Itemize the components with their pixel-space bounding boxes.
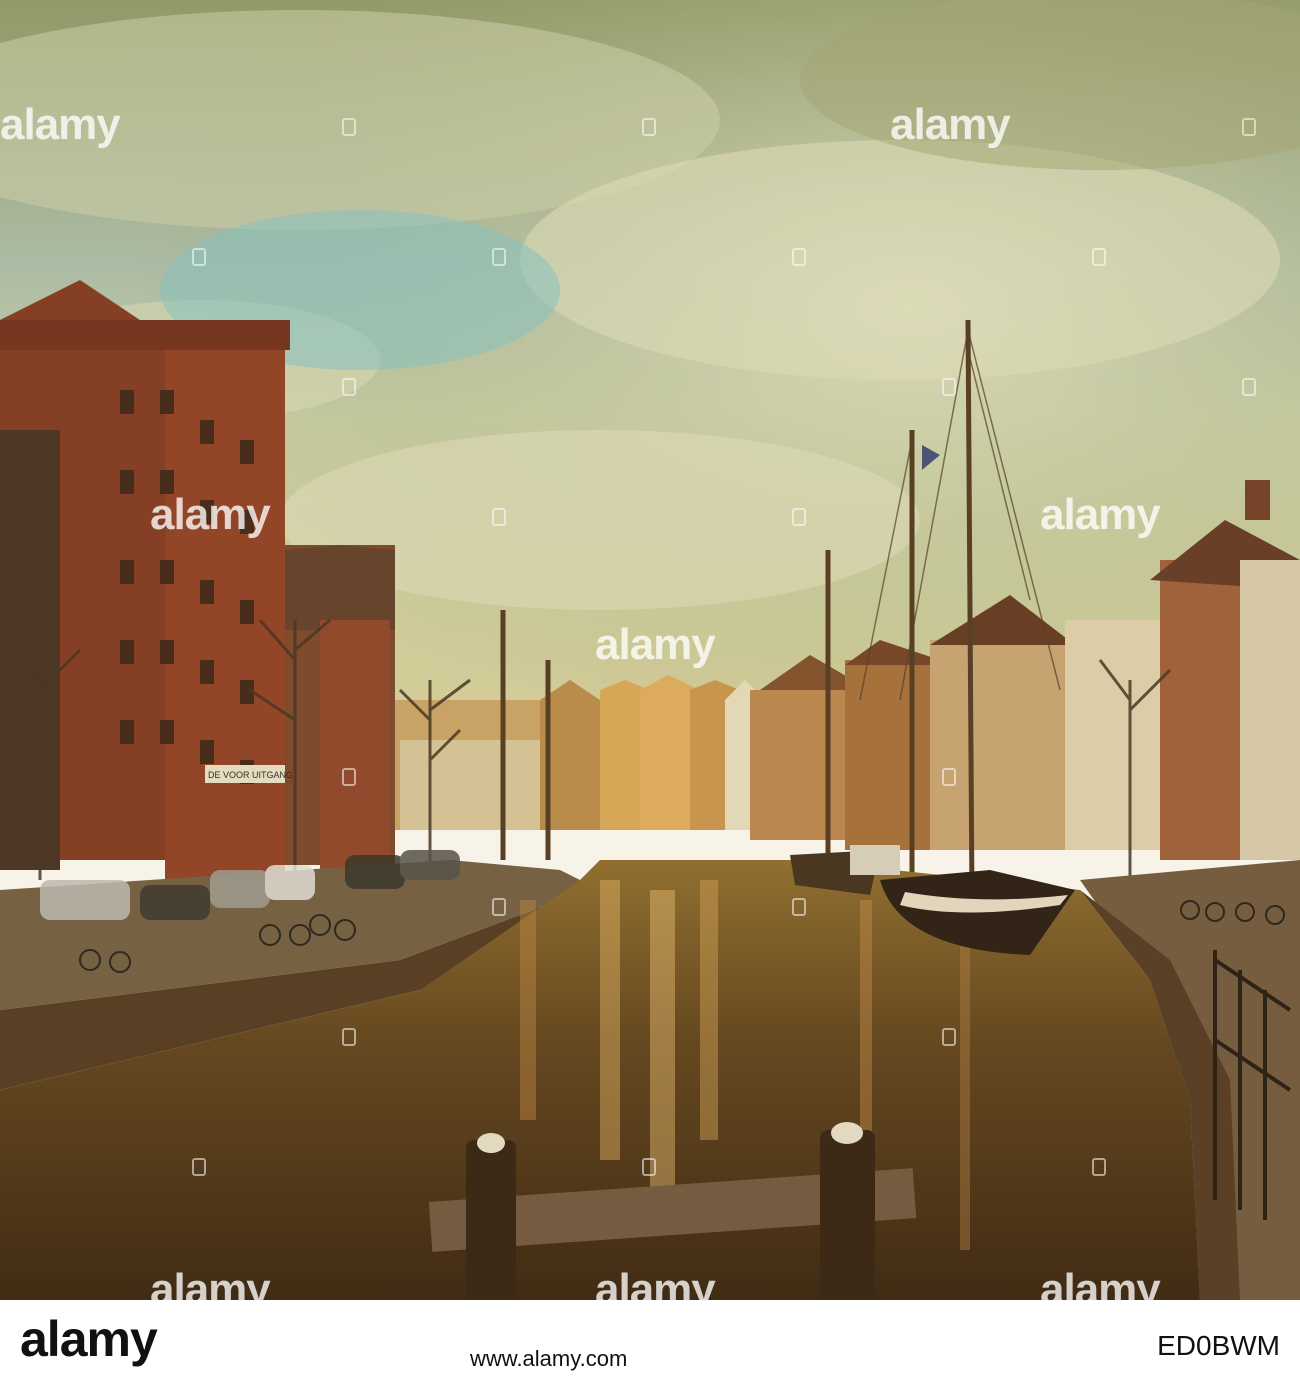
watermark-text: alamy [150, 1265, 271, 1300]
watermark-text: alamy [1040, 490, 1161, 539]
watermark-mark [492, 248, 506, 266]
watermark-mark [792, 898, 806, 916]
footer-url: www.alamy.com [470, 1346, 628, 1371]
watermark-mark [642, 118, 656, 136]
watermark-mark [342, 118, 356, 136]
watermark-mark [942, 378, 956, 396]
watermark-mark [1242, 118, 1256, 136]
watermark-mark [342, 768, 356, 786]
watermark-text: alamy [595, 1265, 716, 1300]
watermark-text: alamy [150, 490, 271, 539]
watermark-mark [492, 508, 506, 526]
watermark-mark [942, 768, 956, 786]
footer-logo: alamy [20, 1311, 158, 1367]
watermark-mark [342, 1028, 356, 1046]
watermark-text: alamy [595, 620, 716, 669]
watermark-mark [792, 248, 806, 266]
watermark-mark [1092, 248, 1106, 266]
watermark-mark [192, 1158, 206, 1176]
watermark-mark [642, 1158, 656, 1176]
watermark-mark [342, 378, 356, 396]
footer-bar: alamy www.alamy.com ED0BWM [0, 1300, 1300, 1390]
watermark-text: alamy [890, 100, 1011, 149]
watermark-mark [942, 1028, 956, 1046]
watermark-text: alamy [1040, 1265, 1161, 1300]
watermark-mark [492, 898, 506, 916]
image-id: ED0BWM [1157, 1330, 1280, 1361]
canal-photo: DE VOOR UITGANG alamy alamy alamy alamy … [0, 0, 1300, 1300]
watermark-mark [1242, 378, 1256, 396]
watermark-text: alamy [0, 100, 121, 149]
watermark-mark [792, 508, 806, 526]
watermark-mark [1092, 1158, 1106, 1176]
watermark-mark [192, 248, 206, 266]
